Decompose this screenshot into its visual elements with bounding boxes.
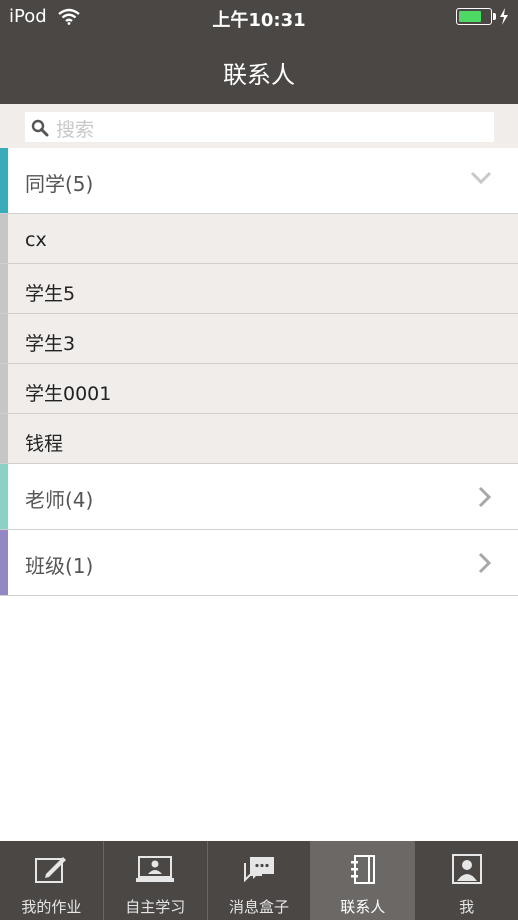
- chevron-down-icon: [470, 170, 492, 189]
- contact-name: cx: [25, 229, 47, 251]
- tab-bar: 我的作业 自主学习 消息盒子 联系人 我: [0, 841, 518, 920]
- row-accent-bar: [0, 214, 8, 263]
- group-header-classes[interactable]: 班级(1): [0, 530, 518, 596]
- contact-row[interactable]: cx: [0, 214, 518, 264]
- tab-me[interactable]: 我: [415, 841, 518, 920]
- tab-label: 我的作业: [21, 898, 82, 916]
- navigation-bar: 联系人: [0, 34, 518, 104]
- group-label: 同学(5): [25, 172, 94, 196]
- contact-name: 钱程: [25, 433, 64, 455]
- status-bar: iPod 上午10:31: [0, 0, 518, 34]
- self-study-screen-icon: [136, 854, 175, 888]
- row-accent-bar: [0, 414, 8, 463]
- charging-bolt-icon: [499, 8, 509, 29]
- search-icon: [31, 119, 49, 141]
- group-header-teachers[interactable]: 老师(4): [0, 464, 518, 530]
- tab-contacts[interactable]: 联系人: [311, 841, 416, 920]
- group-label: 老师(4): [25, 488, 94, 512]
- group-header-classmates[interactable]: 同学(5): [0, 148, 518, 214]
- row-accent-bar: [0, 364, 8, 413]
- page-title: 联系人: [223, 61, 295, 89]
- tab-label: 消息盒子: [228, 898, 289, 916]
- contact-row[interactable]: 学生0001: [0, 364, 518, 414]
- tab-label: 联系人: [340, 898, 386, 916]
- contact-row[interactable]: 学生3: [0, 314, 518, 364]
- chevron-right-icon: [478, 486, 492, 512]
- contact-row[interactable]: 学生5: [0, 264, 518, 314]
- search-placeholder: 搜索: [56, 119, 95, 141]
- group-accent-bar: [0, 530, 8, 595]
- group-accent-bar: [0, 464, 8, 529]
- tab-messages[interactable]: 消息盒子: [208, 841, 312, 920]
- tab-homework[interactable]: 我的作业: [0, 841, 104, 920]
- contact-name: 学生0001: [25, 383, 112, 405]
- group-label: 班级(1): [25, 554, 94, 578]
- battery-icon: [456, 8, 492, 25]
- homework-pencil-icon: [34, 854, 68, 888]
- battery-cap: [493, 13, 496, 20]
- chevron-right-icon: [478, 552, 492, 578]
- search-input[interactable]: 搜索: [25, 112, 494, 142]
- contacts-notebook-icon: [348, 854, 378, 890]
- search-area: 搜索: [0, 104, 518, 148]
- row-accent-bar: [0, 264, 8, 313]
- group-accent-bar: [0, 148, 8, 213]
- contact-name: 学生3: [25, 333, 76, 355]
- profile-person-icon: [451, 854, 482, 888]
- clock-label: 上午10:31: [212, 10, 306, 31]
- tab-label: 我: [459, 898, 475, 916]
- contact-name: 学生5: [25, 283, 76, 305]
- tab-self-study[interactable]: 自主学习: [104, 841, 208, 920]
- tab-label: 自主学习: [125, 898, 186, 916]
- contact-row[interactable]: 钱程: [0, 414, 518, 464]
- row-accent-bar: [0, 314, 8, 363]
- message-bubbles-icon: [242, 854, 276, 888]
